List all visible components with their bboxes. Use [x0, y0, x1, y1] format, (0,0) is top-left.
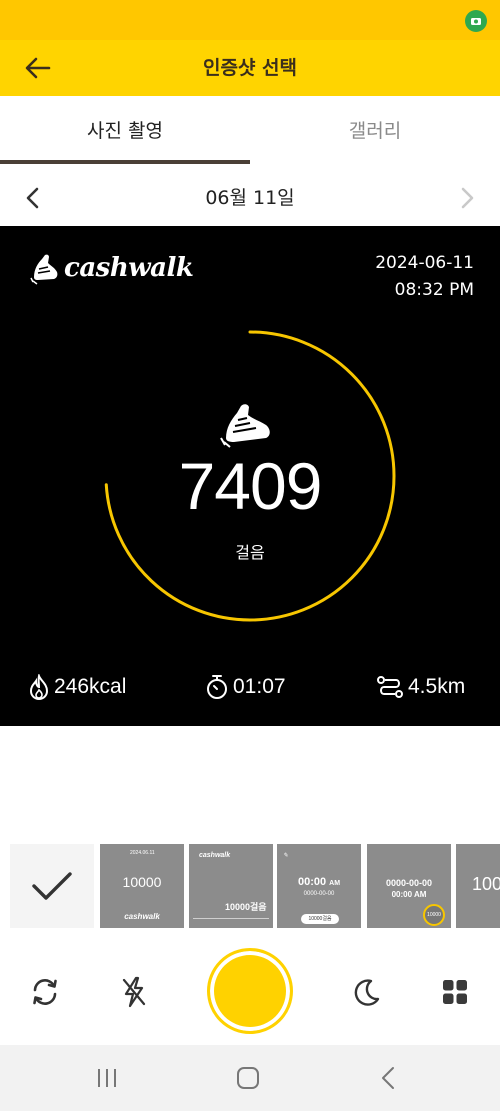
night-mode-button[interactable]: [344, 970, 388, 1014]
shoe-logo-icon: [30, 254, 58, 285]
template-grid-button[interactable]: [433, 970, 477, 1014]
template-date: 0000-00-00: [385, 878, 433, 888]
back-button[interactable]: [18, 48, 58, 88]
template-time: 00:00 AM: [277, 876, 361, 888]
recent-apps-icon: [98, 1069, 116, 1087]
brand-name: cashwalk: [64, 253, 194, 283]
template-brand: ✎: [283, 853, 289, 859]
stamp-date: 2024-06-11: [375, 253, 474, 273]
camera-app-icon: [465, 10, 487, 32]
template-thumb[interactable]: 2024.06.11 10000 cashwalk: [100, 844, 184, 928]
home-button[interactable]: [228, 1061, 268, 1095]
camera-switch-icon: [33, 979, 57, 1005]
stamp-time: 08:32 PM: [394, 280, 474, 300]
date-navigator: 06월 11일: [0, 170, 500, 226]
checkmark-icon: [32, 872, 72, 900]
tab-take-photo[interactable]: 사진 촬영: [0, 96, 250, 166]
page-title: 인증샷 선택: [202, 57, 297, 79]
distance-value: 4.5km: [408, 675, 466, 698]
template-brand: cashwalk: [124, 912, 160, 921]
grid-icon: [443, 980, 467, 1004]
shutter-button[interactable]: [207, 948, 293, 1034]
step-count: 7409: [178, 449, 323, 523]
flash-toggle-button[interactable]: [112, 970, 156, 1014]
template-thumb-selected[interactable]: [10, 844, 94, 928]
timestamp: 2024-06-11 08:32 PM: [375, 250, 474, 304]
tab-bar: 사진 촬영 갤러리: [0, 96, 500, 166]
template-thumb[interactable]: 0000-00-00 00:00 AM 10000: [367, 844, 451, 928]
duration-stat: 01:07: [205, 672, 286, 702]
template-steps: 100: [472, 874, 500, 894]
proof-shot-preview: cashwalk 2024-06-11 08:32 PM 7409 걸음 246…: [0, 226, 500, 726]
template-thumb[interactable]: ✎ 00:00 AM 0000-00-00 10000걸음: [277, 844, 361, 928]
cashwalk-logo: cashwalk: [30, 246, 194, 290]
date-label: 06월 11일: [205, 187, 295, 209]
stopwatch-icon: [207, 675, 227, 699]
template-steps: 10000걸음: [225, 902, 267, 912]
arrow-left-icon: [25, 57, 51, 79]
template-thumb[interactable]: 100: [456, 844, 500, 928]
tab-gallery[interactable]: 갤러리: [250, 96, 500, 166]
camera-controls: [0, 940, 500, 1045]
next-date-button[interactable]: [450, 180, 486, 216]
moon-icon: [354, 979, 380, 1006]
active-tab-indicator: [0, 160, 250, 164]
sneaker-icon: [220, 404, 270, 448]
template-selector: 2024.06.11 10000 cashwalk cashwalk 10000…: [0, 838, 500, 938]
route-icon: [377, 676, 403, 698]
system-nav-bar: [0, 1045, 500, 1111]
template-date: 0000-00-00: [303, 891, 335, 897]
home-icon: [237, 1067, 259, 1089]
template-steps: 10000: [122, 874, 162, 890]
app-header: 인증샷 선택: [0, 40, 500, 96]
template-brand: cashwalk: [199, 852, 231, 859]
chevron-left-icon: [26, 187, 39, 209]
calories-value: 246kcal: [54, 675, 127, 698]
system-back-button[interactable]: [368, 1061, 408, 1095]
status-bar: [0, 0, 500, 40]
switch-camera-button[interactable]: [23, 970, 67, 1014]
calories-stat: 246kcal: [28, 672, 126, 702]
template-divider: [193, 918, 269, 919]
duration-value: 01:07: [233, 675, 286, 698]
template-ampm: AM: [329, 880, 341, 887]
distance-stat: 4.5km: [376, 672, 465, 702]
flame-icon: [29, 674, 49, 700]
flash-off-icon: [122, 976, 146, 1008]
template-date: 2024.06.11: [130, 850, 155, 856]
template-thumb[interactable]: cashwalk 10000걸음: [189, 844, 273, 928]
previous-date-button[interactable]: [14, 180, 50, 216]
back-chevron-icon: [382, 1067, 394, 1089]
chevron-right-icon: [461, 187, 474, 209]
template-pill: 10000걸음: [301, 914, 339, 924]
recent-apps-button[interactable]: [87, 1061, 127, 1095]
template-badge: 10000: [423, 904, 445, 926]
template-time: 00:00 AM: [391, 890, 427, 899]
template-time-value: 00:00: [297, 876, 327, 888]
step-unit: 걸음: [235, 543, 265, 562]
